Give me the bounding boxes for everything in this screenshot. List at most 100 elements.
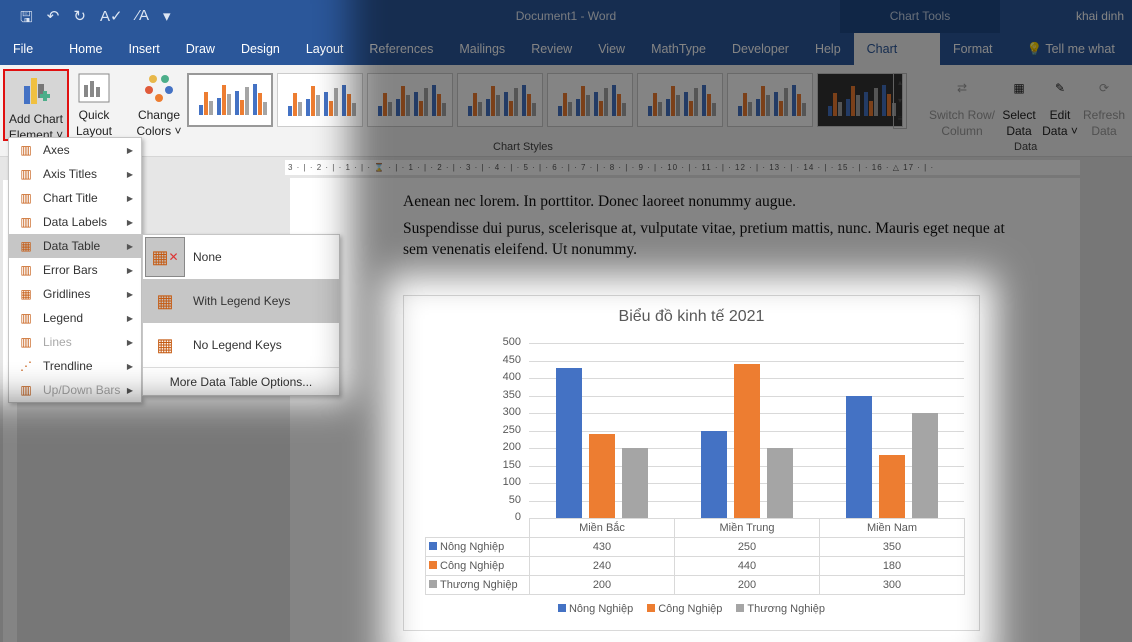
thumb-bar <box>658 102 662 116</box>
tell-me-search[interactable]: 💡 Tell me what you <box>1014 33 1132 88</box>
menu-item-axis-titles[interactable]: ▥ Axis Titles ▶ <box>9 162 141 186</box>
submenu-arrow-icon: ▶ <box>126 241 133 251</box>
thumb-bar <box>288 106 292 116</box>
y-tick-label: 400 <box>502 371 521 383</box>
gallery-scroll[interactable]: ▴ ▾ ≡ <box>893 73 907 129</box>
tab-review[interactable]: Review <box>518 33 585 65</box>
change-colors-button[interactable]: Change Colors ˅ <box>133 69 185 139</box>
paragraph[interactable]: Aenean nec lorem. In porttitor. Donec la… <box>403 191 1033 212</box>
thumb-bar <box>599 101 603 116</box>
thumb-bar <box>245 87 249 115</box>
thumb-bar <box>846 99 850 116</box>
tab-chart-design[interactable]: Chart Design <box>853 33 940 88</box>
thumb-bar <box>689 101 693 116</box>
submenu-arrow-icon: ▶ <box>126 145 133 155</box>
horizontal-ruler[interactable]: 3 · | · 2 · | · 1 · | · ⌛ · | · 1 · | · … <box>285 160 1080 175</box>
chart-element-icon: ▥ <box>20 311 32 325</box>
menu-item-lines[interactable]: ▥ Lines ▶ <box>9 330 141 354</box>
chart-style-thumb[interactable] <box>727 73 813 127</box>
menu-item-trendline[interactable]: ⋰ Trendline ▶ <box>9 354 141 378</box>
tab-mathtype[interactable]: MathType <box>638 33 719 65</box>
menu-item-gridlines[interactable]: ▦ Gridlines ▶ <box>9 282 141 306</box>
submenu-item-no-legend-keys[interactable]: ▦ No Legend Keys <box>143 323 339 367</box>
y-tick-label: 200 <box>502 441 521 453</box>
tab-developer[interactable]: Developer <box>719 33 802 65</box>
chart-element-icon: ▦ <box>20 287 32 301</box>
submenu-arrow-icon: ▶ <box>126 265 133 275</box>
thumb-bar <box>756 99 760 116</box>
switch-icon: ⇄ <box>956 81 968 95</box>
chart-style-thumb[interactable] <box>277 73 363 127</box>
thumb-bar <box>235 91 239 115</box>
tab-draw[interactable]: Draw <box>173 33 228 65</box>
data-table-submenu: ▦ ✕ None ▦ With Legend Keys ▦ No Legend Keys M… <box>142 234 340 396</box>
chart-style-thumb[interactable] <box>367 73 453 127</box>
thumb-bar <box>311 86 315 116</box>
legend-entry[interactable]: Nông Nghiệp <box>557 603 633 615</box>
thumb-bar <box>792 85 796 116</box>
submenu-item-none[interactable]: ▦ ✕ None <box>143 235 339 279</box>
thumb-bar <box>653 93 657 116</box>
y-tick-label: 350 <box>502 388 521 401</box>
thumb-bar <box>532 103 536 116</box>
thumb-bar <box>882 85 886 116</box>
edit-data-button[interactable]: ✎ Edit Data ˅ <box>1040 69 1080 139</box>
y-tick-label: 300 <box>502 406 521 418</box>
submenu-arrow-icon: ▶ <box>126 169 133 179</box>
tab-mailings[interactable]: Mailings <box>446 33 518 65</box>
select-data-button[interactable]: ▦ Select Data <box>1000 69 1038 139</box>
paragraph[interactable]: Suspendisse dui purus, scelerisque at, v… <box>403 218 1033 260</box>
menu-item-up-down-bars[interactable]: ▥ Up/Down Bars ▶ <box>9 378 141 402</box>
menu-item-legend[interactable]: ▥ Legend ▶ <box>9 306 141 330</box>
gridline <box>529 360 964 362</box>
menu-item-axes[interactable]: ▥ Axes ▶ <box>9 138 141 162</box>
palette-icon <box>133 69 185 107</box>
tab-file[interactable]: File <box>0 33 46 65</box>
chart-title[interactable]: Biểu đồ kinh tế 2021 <box>404 308 979 326</box>
bar-Công Nghiệp <box>734 364 760 518</box>
tab-home[interactable]: Home <box>56 33 115 65</box>
menu-item-error-bars[interactable]: ▥ Error Bars ▶ <box>9 258 141 282</box>
tab-insert[interactable]: Insert <box>116 33 173 65</box>
quick-layout-icon <box>72 69 116 107</box>
thumb-bar <box>388 102 392 116</box>
thumb-bar <box>694 88 698 116</box>
thumb-bar <box>622 103 626 116</box>
menu-item-data-labels[interactable]: ▥ Data Labels ▶ <box>9 210 141 234</box>
bar-Công Nghiệp <box>879 455 905 518</box>
thumb-bar <box>396 99 400 116</box>
tab-design[interactable]: Design <box>228 33 293 65</box>
table-value-cell: 200 <box>529 575 675 595</box>
thumb-bar <box>702 85 706 116</box>
thumb-bar <box>648 106 652 116</box>
chart-tools-context: Chart Tools <box>840 0 1000 33</box>
bar-Nông Nghiệp <box>846 395 872 518</box>
tab-layout[interactable]: Layout <box>293 33 357 65</box>
tab-format[interactable]: Format <box>940 33 1006 65</box>
chart-style-thumb[interactable] <box>817 73 903 127</box>
legend-entry[interactable]: Công Nghiệp <box>647 603 722 615</box>
chart[interactable]: Biểu đồ kinh tế 2021 0 50 100 150 200 250 300 3… <box>403 295 980 631</box>
tab-help[interactable]: Help <box>802 33 854 65</box>
thumb-bar <box>774 92 778 116</box>
user-name[interactable]: khai dinh <box>1076 9 1124 23</box>
menu-item-data-table[interactable]: ▦ Data Table ▶ <box>9 234 141 258</box>
chart-style-thumb[interactable] <box>547 73 633 127</box>
submenu-item-with-legend-keys[interactable]: ▦ With Legend Keys <box>143 279 339 323</box>
tab-view[interactable]: View <box>585 33 638 65</box>
legend-entry[interactable]: Thương Nghiệp <box>736 603 825 615</box>
chart-style-thumb[interactable] <box>187 73 273 127</box>
switch-row-column-button[interactable]: ⇄ Switch Row/ Column <box>925 69 999 139</box>
more-data-table-options[interactable]: More Data Table Options... <box>143 367 339 395</box>
add-chart-element-button[interactable]: Add Chart Element ˅ <box>3 69 69 142</box>
submenu-arrow-icon: ▶ <box>126 313 133 323</box>
chart-style-thumb[interactable] <box>457 73 543 127</box>
thumb-bar <box>581 86 585 116</box>
chart-style-thumb[interactable] <box>637 73 723 127</box>
menu-item-chart-title[interactable]: ▥ Chart Title ▶ <box>9 186 141 210</box>
legend[interactable]: Nông Nghiệp Công Nghiệp Thương Nghiệp <box>404 603 979 615</box>
thumb-bar <box>258 93 262 115</box>
table-header-cell: Miền Trung <box>674 518 820 538</box>
tab-references[interactable]: References <box>356 33 446 65</box>
refresh-data-button[interactable]: ⟳ Refresh Data <box>1082 69 1126 139</box>
